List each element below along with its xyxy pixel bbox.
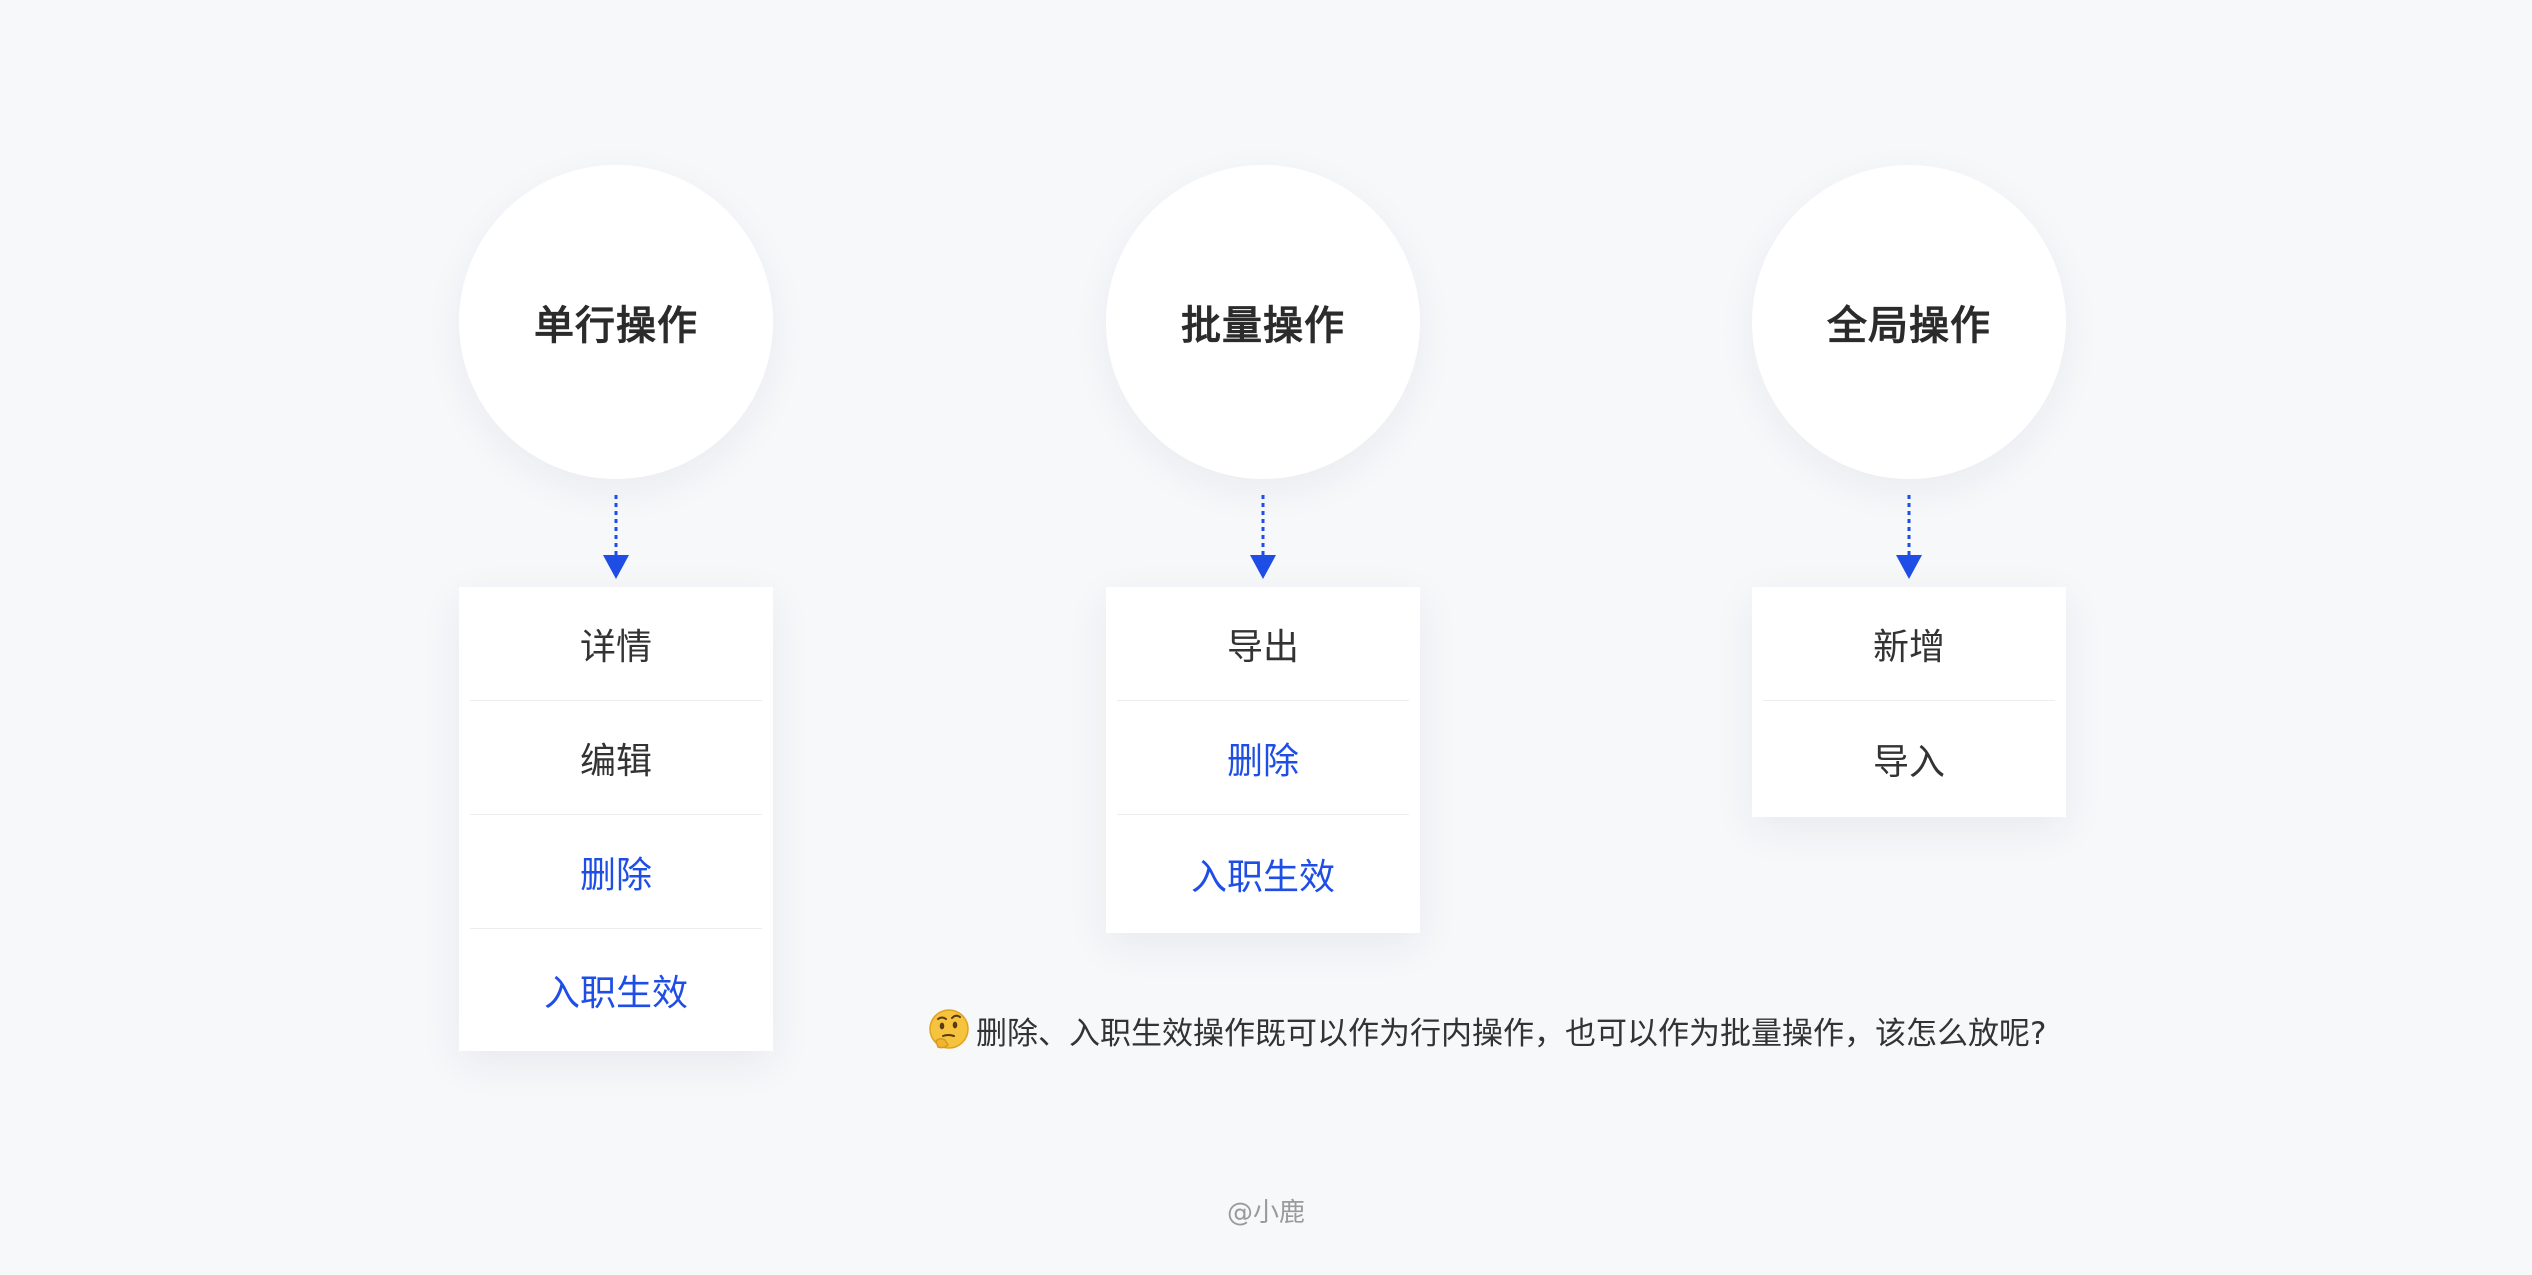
down-arrow-icon — [1250, 495, 1276, 579]
action-list-batch: 导出 删除 入职生效 — [1106, 587, 1420, 933]
action-item[interactable]: 入职生效 — [1106, 815, 1420, 933]
action-item[interactable]: 删除 — [1106, 701, 1420, 814]
action-item[interactable]: 导出 — [1106, 587, 1420, 700]
diagram-canvas: 单行操作 详情 编辑 删除 入职生效 批量操作 导出 删除 入职生效 全局操作 … — [0, 0, 2532, 1275]
thinking-face-emoji-icon — [929, 1009, 969, 1049]
action-list-single-row: 详情 编辑 删除 入职生效 — [459, 587, 773, 1051]
category-title: 批量操作 — [1181, 303, 1345, 349]
question-text: 删除、入职生效操作既可以作为行内操作，也可以作为批量操作，该怎么放呢? — [976, 1015, 2047, 1052]
action-item[interactable]: 入职生效 — [459, 929, 773, 1051]
action-item[interactable]: 新增 — [1752, 587, 2066, 700]
down-arrow-icon — [1896, 495, 1922, 579]
category-circle-global: 全局操作 — [1752, 165, 2066, 479]
action-item[interactable]: 删除 — [459, 815, 773, 928]
category-circle-single-row: 单行操作 — [459, 165, 773, 479]
action-item[interactable]: 编辑 — [459, 701, 773, 814]
action-list-global: 新增 导入 — [1752, 587, 2066, 817]
category-title: 全局操作 — [1827, 303, 1991, 349]
action-item[interactable]: 详情 — [459, 587, 773, 700]
action-item[interactable]: 导入 — [1752, 701, 2066, 817]
down-arrow-icon — [603, 495, 629, 579]
author-credit: @小鹿 — [1226, 1198, 1305, 1228]
category-title: 单行操作 — [534, 303, 698, 349]
question-note: 删除、入职生效操作既可以作为行内操作，也可以作为批量操作，该怎么放呢? — [926, 1000, 2046, 1060]
category-circle-batch: 批量操作 — [1106, 165, 1420, 479]
